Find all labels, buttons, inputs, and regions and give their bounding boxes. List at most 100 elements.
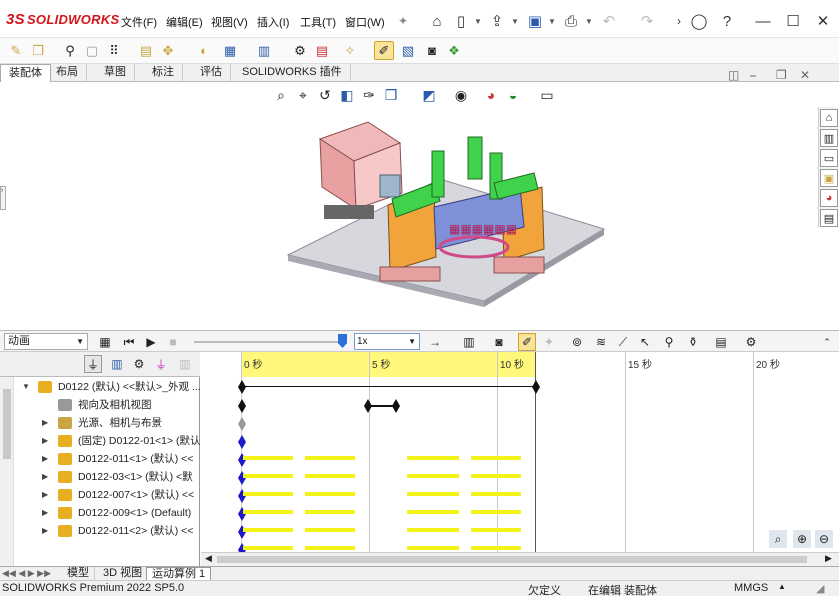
overflow-icon[interactable]: › xyxy=(668,10,690,32)
section-view-icon[interactable]: ◧ xyxy=(336,85,358,105)
file-explorer-icon[interactable]: ▭ xyxy=(820,149,838,167)
dynamic-annotation-icon[interactable]: ✑ xyxy=(358,85,380,105)
keyframe[interactable] xyxy=(364,399,372,413)
change-bar[interactable] xyxy=(471,492,521,496)
view-settings-icon[interactable]: ▭ xyxy=(536,85,558,105)
move-component-icon[interactable]: ✥ xyxy=(158,41,178,60)
menu-file[interactable]: 文件(F) xyxy=(121,14,157,30)
change-bar[interactable] xyxy=(407,546,459,550)
save-animation-icon[interactable]: ▥ xyxy=(460,333,478,351)
change-bar[interactable] xyxy=(471,474,521,478)
filter-selected-icon[interactable]: ⚙ xyxy=(130,355,148,373)
component-preview-icon[interactable]: ▢ xyxy=(82,41,102,60)
playback-mode-icon[interactable]: → xyxy=(426,333,444,351)
split-view-icon[interactable]: ◫ xyxy=(728,68,739,82)
display-style-icon[interactable]: ◩ xyxy=(418,85,440,105)
change-bar[interactable] xyxy=(305,546,355,550)
graphics-area[interactable]: ◫ ⎯ ❐ ✕ › ▦▦▦▦▦▦ ⌕ ⌖ ↺ ◧ ✑ ❒ ◩ ◉ ◕ ◒ ▭ xyxy=(0,68,818,330)
mate-icon[interactable]: ⚲ xyxy=(60,41,80,60)
timeline-horizontal-scrollbar[interactable]: ◀ ▶ xyxy=(201,552,839,566)
expand-arrow-icon[interactable]: ▶ xyxy=(42,468,48,486)
undo-icon[interactable]: ↶ xyxy=(598,10,620,32)
auto-expand-icon[interactable]: ▥ xyxy=(176,355,194,373)
custom-properties-icon[interactable]: ▤ xyxy=(820,209,838,227)
chevron-down-icon[interactable]: ▼ xyxy=(585,17,593,26)
chevron-down-icon[interactable]: ▼ xyxy=(511,17,519,26)
tab-3d-view[interactable]: 3D 视图 xyxy=(98,567,149,581)
tree-row-part[interactable]: ▶ D0122-011<2> (默认) << xyxy=(0,522,200,540)
update-speedpak-icon[interactable]: ▧ xyxy=(398,41,418,60)
tab-layout[interactable]: 布局 xyxy=(48,64,87,82)
change-bar[interactable] xyxy=(471,546,521,550)
change-bar[interactable] xyxy=(407,492,459,496)
tree-row-part[interactable]: ▶ D0122-03<1> (默认) <默 xyxy=(0,468,200,486)
scroll-right-icon[interactable]: ▶ xyxy=(825,553,832,564)
menu-tools[interactable]: 工具(T) xyxy=(300,14,336,30)
change-bar[interactable] xyxy=(243,456,293,460)
apply-scene-icon[interactable]: ◒ xyxy=(502,85,524,105)
tree-vertical-scrollbar[interactable] xyxy=(0,377,14,567)
user-account-icon[interactable]: ◯ xyxy=(688,10,710,32)
chevron-down-icon[interactable]: ▼ xyxy=(474,17,482,26)
change-bar[interactable] xyxy=(243,492,293,496)
chevron-down-icon[interactable]: ▼ xyxy=(548,17,556,26)
change-bar[interactable] xyxy=(407,474,459,478)
expand-arrow-icon[interactable]: ▶ xyxy=(42,504,48,522)
results-plots-icon[interactable]: ▤ xyxy=(712,333,730,351)
change-bar[interactable] xyxy=(305,456,355,460)
redo-icon[interactable]: ↷ xyxy=(636,10,658,32)
zoom-to-area-icon[interactable]: ⌖ xyxy=(292,85,314,105)
tree-row-part[interactable]: ▶ D0122-011<1> (默认) << xyxy=(0,450,200,468)
animation-wizard-icon[interactable]: ◙ xyxy=(490,333,508,351)
expand-arrow-icon[interactable]: ▶ xyxy=(42,522,48,540)
zoom-in-timeline-icon[interactable]: ⊕ xyxy=(793,530,811,548)
minimize-doc-icon[interactable]: ⎯ xyxy=(750,68,756,83)
change-bar[interactable] xyxy=(471,456,521,460)
change-bar[interactable] xyxy=(471,528,521,532)
close-doc-icon[interactable]: ✕ xyxy=(800,68,810,82)
stop-icon[interactable]: ■ xyxy=(164,333,182,351)
tab-assembly[interactable]: 装配体 xyxy=(0,64,51,82)
keyframe[interactable] xyxy=(238,399,246,413)
study-type-select[interactable]: 动画 ▼ xyxy=(4,333,88,350)
change-bar[interactable] xyxy=(407,528,459,532)
tree-row-assembly[interactable]: ▼ D0122 (默认) <<默认>_外观 ... xyxy=(0,378,200,396)
assembly-model[interactable]: ▦▦▦▦▦▦ xyxy=(284,117,614,307)
unit-system[interactable]: MMGS xyxy=(734,582,768,594)
tab-sketch[interactable]: 草图 xyxy=(96,64,135,82)
appearances-icon[interactable]: ◕ xyxy=(820,189,838,207)
damper-icon[interactable]: ⟋ xyxy=(614,333,632,351)
change-bar[interactable] xyxy=(243,474,293,478)
playback-slider[interactable] xyxy=(194,341,344,343)
tab-motion-study-1[interactable]: 运动算例 1 xyxy=(146,567,212,581)
smart-fasteners-icon[interactable]: ▤ xyxy=(136,41,156,60)
gravity-icon[interactable]: ⚱ xyxy=(684,333,702,351)
playback-slider-thumb[interactable] xyxy=(338,334,347,348)
change-bar[interactable] xyxy=(243,528,293,532)
calculate-icon[interactable]: ▦ xyxy=(96,333,114,351)
pin-icon[interactable]: ✦ xyxy=(392,10,414,32)
linear-pattern-icon[interactable]: ⠿ xyxy=(104,41,124,60)
contact-icon[interactable]: ⚲ xyxy=(660,333,678,351)
tab-markup[interactable]: 标注 xyxy=(144,64,183,82)
collapse-motion-manager-icon[interactable]: ⌃ xyxy=(818,333,836,351)
edit-appearance-icon[interactable]: ◕ xyxy=(480,85,502,105)
motor-icon[interactable]: ⊚ xyxy=(568,333,586,351)
tab-scroll-arrows-icon[interactable]: ◀◀ ◀ ▶ ▶▶ xyxy=(2,568,51,579)
view-orientation-icon[interactable]: ❒ xyxy=(380,85,402,105)
instant3d-icon[interactable]: ✐ xyxy=(374,41,394,60)
previous-view-icon[interactable]: ↺ xyxy=(314,85,336,105)
change-bar[interactable] xyxy=(243,546,293,550)
collapse-arrow-icon[interactable]: ▼ xyxy=(22,378,30,396)
close-window-icon[interactable]: ✕ xyxy=(812,10,834,32)
edit-component-icon[interactable]: ✎ xyxy=(6,41,26,60)
spring-icon[interactable]: ≋ xyxy=(592,333,610,351)
bill-of-materials-icon[interactable]: ▤ xyxy=(312,41,332,60)
reference-geometry-icon[interactable]: ▥ xyxy=(254,41,274,60)
change-bar[interactable] xyxy=(305,492,355,496)
zoom-out-timeline-icon[interactable]: ⊖ xyxy=(815,530,833,548)
new-motion-study-icon[interactable]: ⚙ xyxy=(290,41,310,60)
expand-arrow-icon[interactable]: ▶ xyxy=(42,486,48,504)
filter-driving-icon[interactable]: ▥ xyxy=(108,355,126,373)
menu-edit[interactable]: 编辑(E) xyxy=(166,14,203,30)
